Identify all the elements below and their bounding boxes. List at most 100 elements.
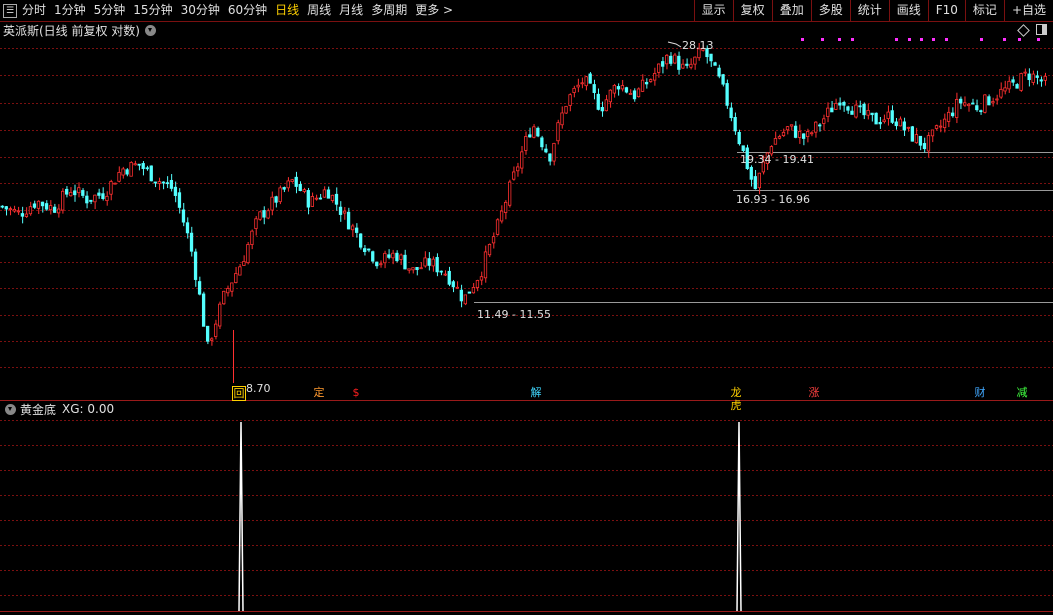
zone2-label: 16.93 - 16.96 — [736, 193, 810, 206]
candle-body — [1027, 73, 1031, 81]
candle-body — [210, 338, 214, 341]
candle-body — [826, 107, 830, 117]
candle-body — [669, 55, 673, 64]
candle-body — [435, 257, 439, 273]
candle-body — [214, 323, 218, 337]
candle-body — [922, 143, 927, 150]
candle-body — [250, 230, 254, 245]
signal-marker[interactable]: 龙虎 — [727, 386, 745, 412]
candle-body — [475, 280, 480, 288]
candle-body — [330, 194, 335, 201]
candle-body — [568, 94, 572, 106]
candle-body — [785, 126, 790, 131]
candle-body — [20, 213, 25, 217]
candle-body — [572, 87, 576, 93]
candle-body — [971, 102, 975, 105]
candle-body — [306, 190, 310, 208]
candle-body — [342, 210, 347, 214]
candle-body — [1019, 73, 1023, 91]
candle-body — [314, 197, 319, 200]
candle-body — [612, 84, 617, 94]
candle-body — [725, 83, 729, 106]
candle-body — [814, 121, 818, 133]
candle-body — [266, 210, 270, 219]
candle-body — [137, 163, 141, 166]
candle-body — [685, 63, 689, 66]
candle-body — [890, 110, 894, 123]
candle-body — [61, 190, 65, 211]
chevron-down-icon[interactable] — [5, 403, 16, 415]
candle-body — [109, 181, 113, 195]
candle-body — [866, 110, 870, 116]
candle-body — [540, 137, 544, 148]
candle-body — [882, 119, 886, 123]
signal-marker[interactable]: 减 — [1016, 386, 1028, 399]
marker-dot — [838, 38, 841, 41]
candle-body — [322, 189, 327, 198]
candle-body — [588, 73, 592, 84]
signal-marker[interactable]: 财 — [974, 386, 986, 399]
candle-body — [894, 121, 898, 127]
candle-body — [165, 182, 170, 185]
candle-body — [773, 138, 778, 145]
candle-body — [1003, 87, 1007, 92]
candle-body — [141, 163, 145, 169]
marker-dot — [1037, 38, 1040, 41]
candle-body — [4, 206, 8, 210]
indicator-value: XG: 0.00 — [62, 402, 115, 416]
candle-body — [1023, 71, 1027, 74]
candle-body — [36, 200, 41, 209]
candle-body — [375, 261, 379, 267]
candle-body — [471, 287, 476, 294]
candle-body — [346, 211, 351, 230]
candle-body — [838, 102, 842, 106]
candle-body — [818, 124, 822, 127]
candle-body — [258, 211, 262, 220]
signal-marker[interactable]: 定 — [313, 386, 325, 399]
marker-dot — [1003, 38, 1006, 41]
candle-body — [16, 210, 21, 213]
candle-body — [918, 135, 923, 146]
candle-body — [1015, 84, 1019, 89]
candle-body — [753, 176, 757, 190]
signal-marker[interactable]: 回 — [232, 386, 246, 401]
candle-body — [870, 112, 874, 116]
candle-body — [379, 263, 383, 266]
candle-body — [950, 112, 955, 117]
candle-body — [955, 98, 959, 118]
candle-body — [995, 98, 999, 101]
candle-body — [677, 55, 681, 70]
candle-body — [234, 273, 238, 284]
candle-body — [673, 54, 677, 64]
candle-body — [983, 94, 987, 113]
candle-body — [596, 93, 600, 110]
candle-body — [169, 179, 174, 189]
zone1-label: 19.34 - 19.41 — [740, 153, 814, 166]
signal-marker[interactable]: $ — [350, 386, 362, 399]
candle-body — [789, 124, 794, 127]
candle-body — [729, 107, 733, 119]
candle-body — [830, 107, 834, 113]
candle-body — [463, 294, 468, 305]
candle-body — [544, 148, 548, 153]
candle-body — [32, 203, 37, 208]
candle-body — [644, 82, 649, 85]
signal-marker[interactable]: 涨 — [808, 386, 820, 399]
candle-body — [105, 195, 109, 202]
candle-body — [793, 125, 798, 138]
candle-body — [878, 122, 882, 125]
candle-body — [842, 102, 846, 106]
candle-body — [363, 248, 367, 252]
candle-body — [721, 74, 725, 85]
candle-body — [910, 126, 915, 142]
candle-body — [262, 210, 266, 218]
candle-body — [737, 131, 741, 145]
candle-body — [516, 166, 520, 172]
candle-body — [1011, 79, 1015, 83]
candle-body — [205, 325, 210, 342]
signal-marker[interactable]: 解 — [530, 386, 542, 399]
candle-body — [48, 205, 53, 211]
candle-body — [552, 142, 556, 162]
candle-body — [491, 236, 496, 244]
candle-body — [556, 122, 560, 142]
